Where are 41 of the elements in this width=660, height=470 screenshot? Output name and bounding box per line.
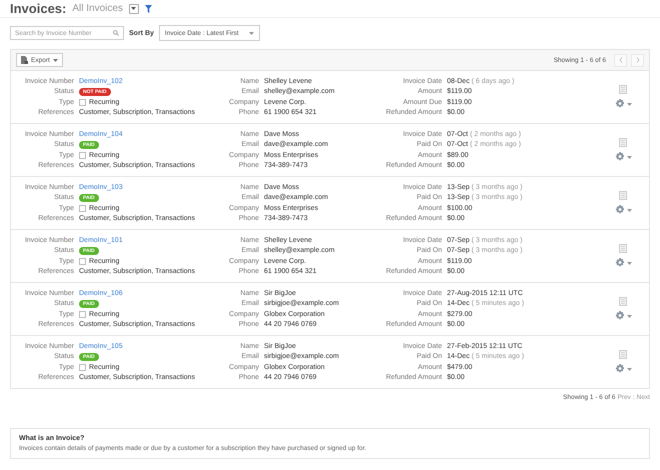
- chevron-right-icon: [636, 57, 640, 63]
- recurring-checkbox[interactable]: [79, 98, 86, 106]
- document-icon[interactable]: [619, 191, 627, 200]
- filter-icon[interactable]: [144, 4, 152, 12]
- caret-icon: [626, 208, 632, 212]
- document-icon[interactable]: [619, 85, 627, 94]
- view-name: All Invoices: [72, 3, 123, 14]
- dropdown-toggle[interactable]: [128, 4, 139, 14]
- settings-button[interactable]: [614, 311, 632, 321]
- recurring-checkbox[interactable]: [79, 364, 86, 371]
- document-icon[interactable]: [619, 138, 627, 147]
- document-icon: [21, 56, 28, 64]
- gear-icon: [614, 258, 624, 268]
- gear-icon: [614, 311, 624, 321]
- gear-icon: [614, 152, 624, 162]
- document-icon[interactable]: [619, 244, 627, 253]
- settings-button[interactable]: [614, 205, 632, 215]
- chevron-left-icon: [618, 57, 622, 63]
- settings-button[interactable]: [614, 364, 632, 374]
- caret-icon: [626, 314, 632, 318]
- document-icon[interactable]: [619, 350, 627, 359]
- caret-icon: [52, 58, 58, 62]
- gear-icon: [614, 99, 624, 109]
- settings-button[interactable]: [614, 258, 632, 268]
- page-title: Invoices:: [10, 1, 66, 16]
- caret-icon: [626, 262, 632, 264]
- caret-icon: [626, 156, 632, 158]
- recurring-checkbox[interactable]: [79, 310, 86, 318]
- search-icon: [113, 30, 119, 36]
- gear-icon: [614, 205, 624, 215]
- caret-icon: [626, 368, 632, 370]
- document-icon[interactable]: [619, 297, 627, 306]
- recurring-checkbox[interactable]: [79, 258, 86, 265]
- settings-button[interactable]: [614, 152, 632, 162]
- recurring-checkbox[interactable]: [79, 152, 86, 159]
- settings-button[interactable]: [614, 99, 632, 109]
- caret-icon: [248, 32, 254, 34]
- caret-icon: [131, 7, 136, 10]
- recurring-checkbox[interactable]: [79, 204, 86, 212]
- gear-icon: [614, 364, 624, 374]
- caret-icon: [626, 102, 632, 106]
